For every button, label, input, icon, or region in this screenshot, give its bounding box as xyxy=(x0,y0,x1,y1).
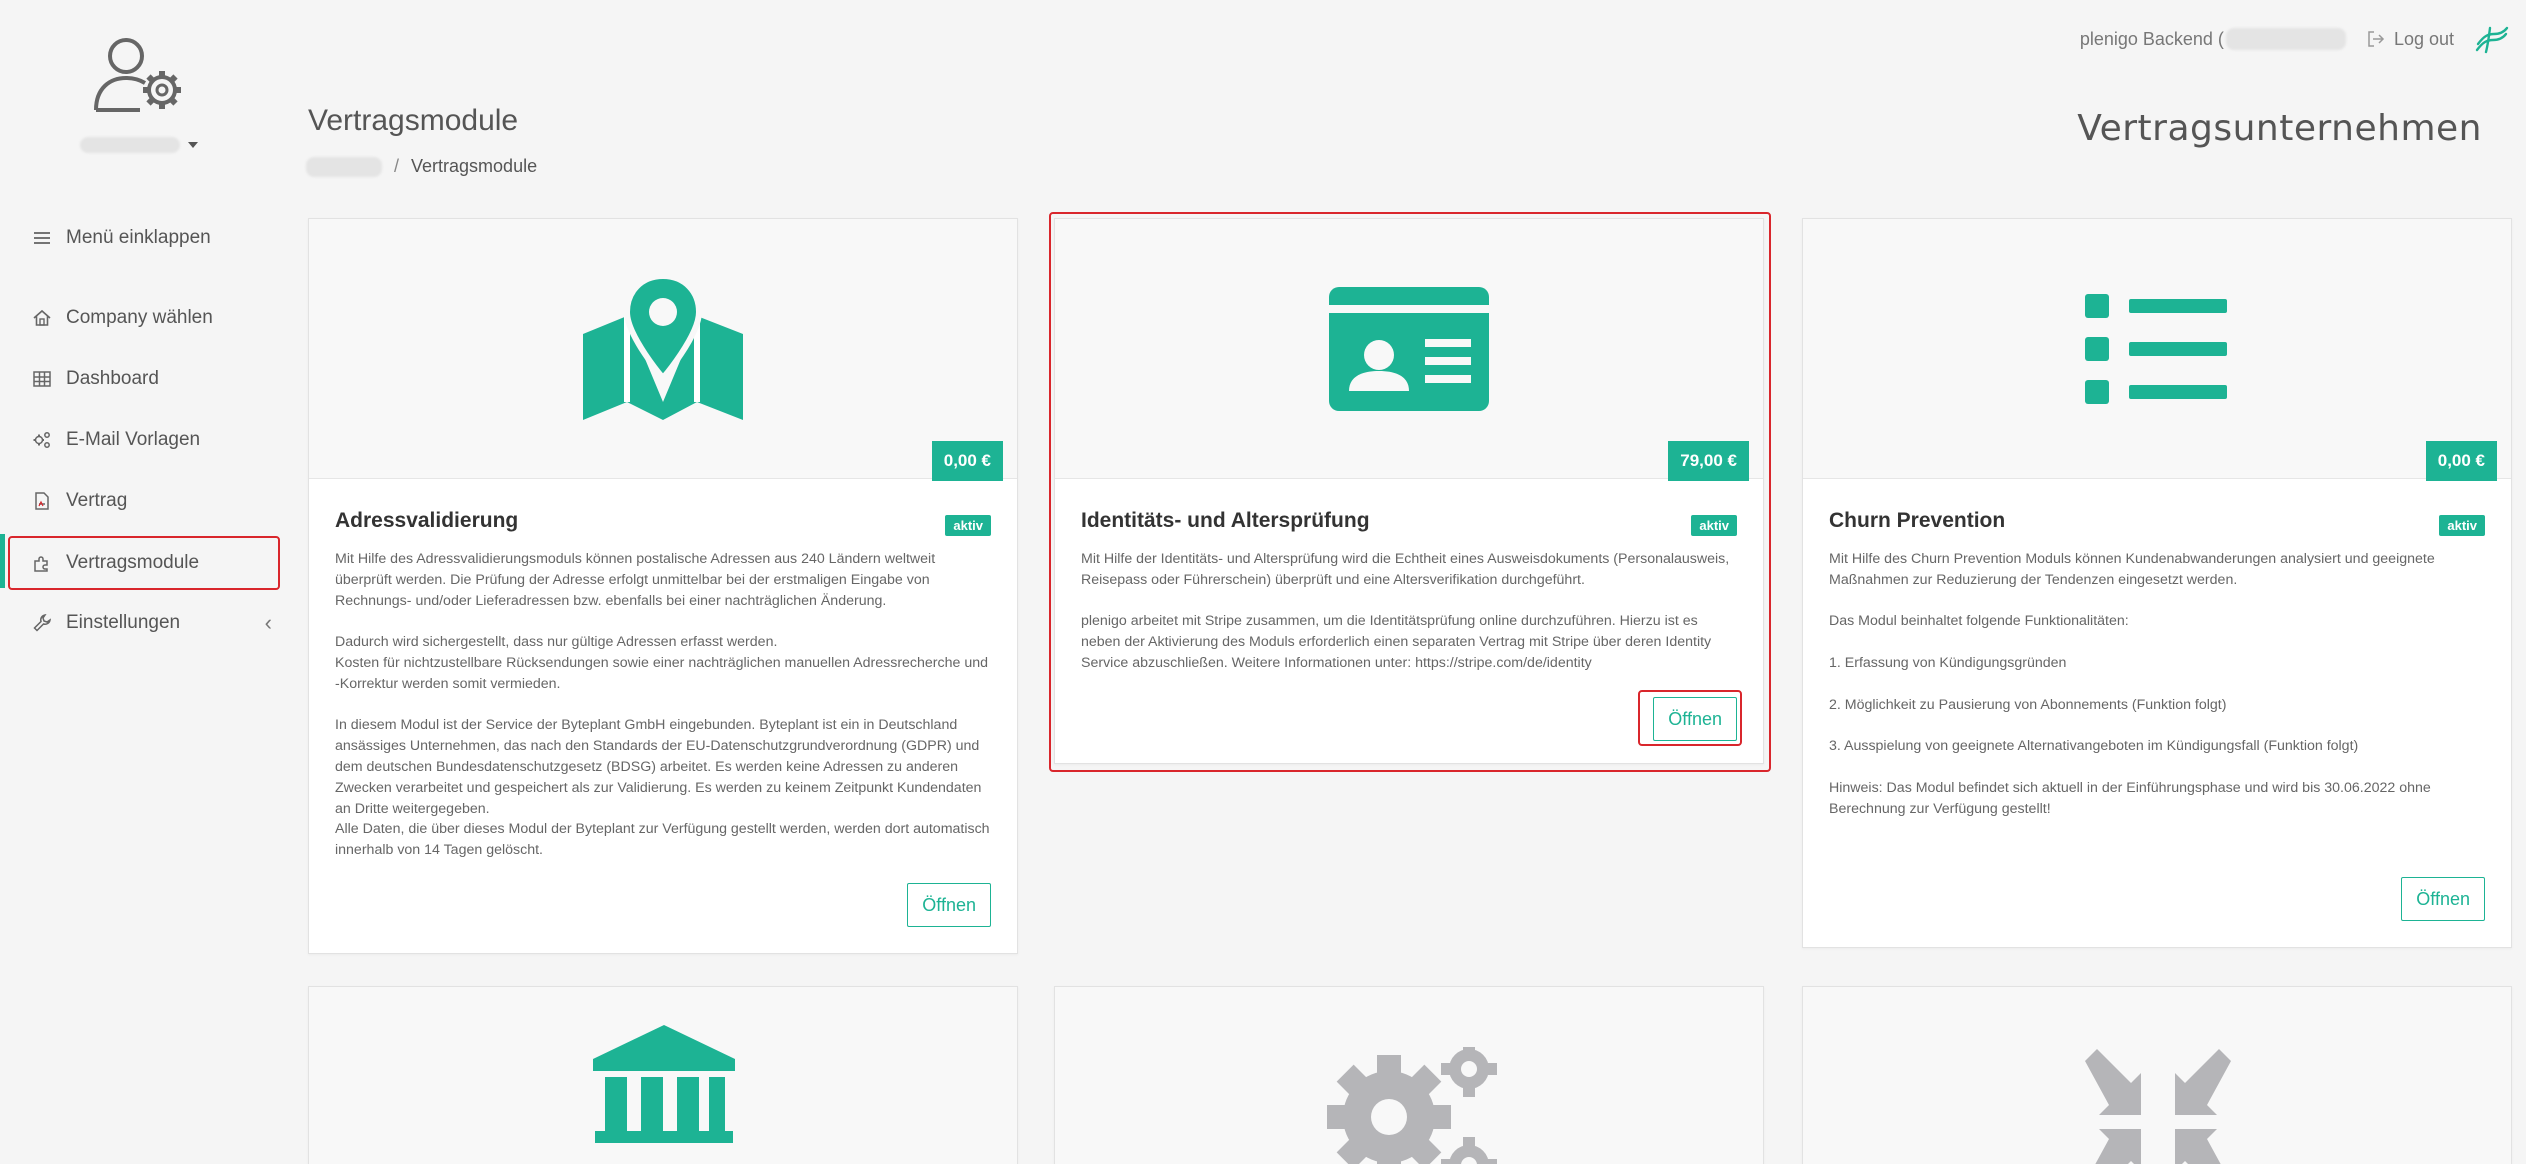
description-paragraph: plenigo arbeitet mit Stripe zusammen, um… xyxy=(1081,613,1712,671)
logout-label: Log out xyxy=(2393,28,2454,49)
sidebar-item-label: E-Mail Vorlagen xyxy=(66,429,201,450)
description-paragraph: Mit Hilfe der Identitäts- und Altersprüf… xyxy=(1081,551,1730,588)
user-name-redacted xyxy=(80,137,180,153)
sidebar-item-label: Einstellungen xyxy=(66,612,181,633)
active-indicator xyxy=(0,534,5,588)
sidebar-item-dashboard[interactable]: Dashboard xyxy=(32,359,272,399)
description-paragraph: 1. Erfassung von Kündigungsgründen xyxy=(1829,654,2067,671)
card-title: Identitäts- und Altersprüfung xyxy=(1081,509,1370,532)
card-image-area xyxy=(1055,987,1763,1164)
document-icon xyxy=(35,492,49,510)
compress-arrows-icon xyxy=(2085,1049,2231,1164)
description-paragraph: Dadurch wird sichergestellt, dass nur gü… xyxy=(335,634,778,651)
sidebar-item-contract-modules[interactable]: Vertragsmodule xyxy=(8,536,280,590)
breadcrumb-current: Vertragsmodule xyxy=(411,156,538,176)
status-badge: aktiv xyxy=(1691,515,1737,536)
sidebar-item-contract[interactable]: Vertrag xyxy=(32,481,272,521)
sidebar-item-email-templates[interactable]: E-Mail Vorlagen xyxy=(32,420,272,460)
puzzle-icon xyxy=(34,556,48,572)
card-image-area xyxy=(309,219,1017,479)
description-paragraph: In diesem Modul ist der Service der Byte… xyxy=(335,717,982,817)
status-badge: aktiv xyxy=(2439,515,2485,536)
card-description: Mit Hilfe des Churn Prevention Moduls kö… xyxy=(1829,549,2485,819)
module-card-bank xyxy=(308,986,1018,1164)
card-description: Mit Hilfe des Adressvalidierungsmoduls k… xyxy=(335,549,991,861)
collapse-menu-label: Menü einklappen xyxy=(66,227,211,248)
logout-link[interactable]: Log out xyxy=(2366,29,2454,50)
module-card-settings xyxy=(1054,986,1764,1164)
module-card-churn-prevention: 0,00 € Churn Prevention aktiv Mit Hilfe … xyxy=(1802,218,2512,948)
plenigo-logo-icon[interactable] xyxy=(2474,24,2510,54)
grid-icon xyxy=(33,371,51,387)
description-paragraph: Kosten für nichtzustellbare Rücksendunge… xyxy=(335,654,989,692)
company-title: Vertragsunternehmen xyxy=(2077,108,2482,149)
price-badge: 79,00 € xyxy=(1668,441,1749,481)
module-card-identity-check: 79,00 € Identitäts- und Altersprüfung ak… xyxy=(1054,218,1764,764)
card-description: Mit Hilfe der Identitäts- und Altersprüf… xyxy=(1081,549,1737,674)
hamburger-icon xyxy=(34,232,50,244)
card-image-area xyxy=(1803,219,2511,479)
module-card-compress xyxy=(1802,986,2512,1164)
id-card-icon xyxy=(1329,286,1489,411)
breadcrumb: / Vertragsmodule xyxy=(306,156,537,177)
card-image-area xyxy=(309,987,1017,1164)
logout-icon xyxy=(2368,31,2384,47)
map-pin-icon xyxy=(583,273,743,420)
description-paragraph: 3. Ausspielung von geeignete Alternativa… xyxy=(1829,738,2359,755)
module-card-address-validation: 0,00 € Adressvalidierung aktiv Mit Hilfe… xyxy=(308,218,1018,954)
sidebar-item-label: Company wählen xyxy=(66,307,213,328)
chevron-left-icon[interactable]: ‹ xyxy=(265,610,272,636)
wrench-icon xyxy=(33,614,51,632)
description-paragraph: 2. Möglichkeit zu Pausierung von Abonnem… xyxy=(1829,696,2227,713)
description-paragraph: Das Modul beinhaltet folgende Funktional… xyxy=(1829,613,2129,630)
sidebar-item-settings[interactable]: Einstellungen ‹ xyxy=(32,603,272,643)
gears-icon xyxy=(33,432,50,448)
open-button[interactable]: Öffnen xyxy=(907,883,991,927)
open-button[interactable]: Öffnen xyxy=(1653,697,1737,741)
card-title: Adressvalidierung xyxy=(335,509,519,532)
description-paragraph: Mit Hilfe des Adressvalidierungsmoduls k… xyxy=(335,551,936,609)
description-paragraph: Alle Daten, die über dieses Modul der By… xyxy=(335,821,990,859)
user-gear-icon[interactable] xyxy=(90,32,190,122)
breadcrumb-root-redacted[interactable] xyxy=(306,156,382,177)
sidebar-item-label: Dashboard xyxy=(66,368,159,389)
description-paragraph: Mit Hilfe des Churn Prevention Moduls kö… xyxy=(1829,551,2435,588)
card-image-area xyxy=(1803,987,2511,1164)
price-badge: 0,00 € xyxy=(2425,441,2497,481)
bank-icon xyxy=(593,1025,735,1143)
collapse-menu-button[interactable]: Menü einklappen xyxy=(32,218,272,258)
card-image-area xyxy=(1055,219,1763,479)
sidebar: Menü einklappen Company wählen Dashboard… xyxy=(0,0,290,1164)
sidebar-item-label: Vertragsmodule xyxy=(66,552,200,573)
topbar: plenigo Backend ( Log out xyxy=(2080,24,2510,54)
status-badge: aktiv xyxy=(945,515,991,536)
backend-label: plenigo Backend ( xyxy=(2079,28,2224,49)
sidebar-item-label: Vertrag xyxy=(66,490,128,511)
home-icon xyxy=(33,309,51,326)
gears-icon xyxy=(1327,1047,1497,1164)
description-paragraph: Hinweis: Das Modul befindet sich aktuell… xyxy=(1829,779,2431,817)
card-title: Churn Prevention xyxy=(1829,509,2006,532)
page-title: Vertragsmodule xyxy=(308,104,519,137)
caret-down-icon xyxy=(188,142,198,148)
backend-info: plenigo Backend ( xyxy=(2080,28,2346,50)
list-icon xyxy=(2085,293,2227,404)
user-menu-dropdown[interactable] xyxy=(80,134,200,156)
sidebar-item-company[interactable]: Company wählen xyxy=(32,298,272,338)
breadcrumb-separator: / xyxy=(394,156,400,176)
backend-name-redacted xyxy=(2225,28,2346,50)
price-badge: 0,00 € xyxy=(931,441,1003,481)
open-button[interactable]: Öffnen xyxy=(2401,877,2485,921)
